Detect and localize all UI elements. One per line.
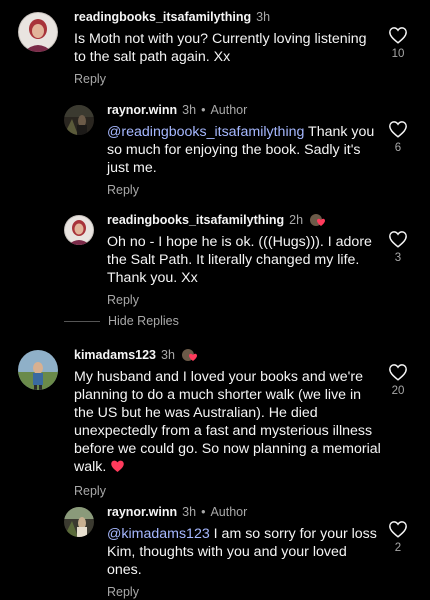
comment-text: @readingbooks_itsafamilything Thank you … — [107, 123, 377, 177]
username[interactable]: kimadams123 — [74, 347, 156, 363]
like-count: 2 — [394, 542, 402, 554]
avatar[interactable] — [18, 350, 58, 390]
username[interactable]: readingbooks_itsafamilything — [107, 212, 284, 228]
like-button[interactable]: 2 — [383, 520, 413, 554]
reply-button[interactable]: Reply — [74, 72, 106, 86]
heart-icon — [389, 521, 407, 538]
reply-button[interactable]: Reply — [74, 484, 106, 498]
reply-button[interactable]: Reply — [107, 183, 139, 197]
separator-dot: • — [201, 505, 206, 519]
timestamp: 3h — [256, 10, 271, 24]
like-count: 10 — [391, 48, 405, 60]
timestamp: 3h — [182, 103, 197, 117]
comment-text: Oh no - I hope he is ok. (((Hugs))). I a… — [107, 234, 372, 286]
avatar[interactable] — [18, 12, 58, 52]
heart-icon — [389, 231, 407, 248]
red-heart-emoji — [110, 459, 125, 478]
mention-link[interactable]: @readingbooks_itsafamilything — [107, 124, 304, 140]
mention-link[interactable]: @kimadams123 — [107, 526, 210, 542]
comment-text: @kimadams123 I am so sorry for your loss… — [107, 525, 377, 579]
author-badge: Author — [210, 103, 248, 117]
separator-dot: • — [201, 103, 206, 117]
like-count: 6 — [394, 142, 402, 154]
like-button[interactable]: 3 — [383, 230, 413, 264]
avatar[interactable] — [64, 507, 94, 537]
like-count: 20 — [391, 385, 405, 397]
comment-text: My husband and I loved your books and we… — [74, 368, 382, 478]
heart-icon — [389, 121, 407, 138]
avatar[interactable] — [64, 105, 94, 135]
timestamp: 3h — [182, 505, 197, 519]
reply-button[interactable]: Reply — [107, 585, 139, 599]
like-button[interactable]: 10 — [383, 26, 413, 60]
heart-icon — [389, 27, 407, 44]
divider — [64, 320, 100, 322]
like-button[interactable]: 20 — [383, 363, 413, 397]
liked-by-author-icon — [309, 212, 327, 228]
liked-by-author-icon — [181, 347, 199, 363]
avatar[interactable] — [64, 215, 94, 245]
timestamp: 2h — [289, 213, 304, 227]
username[interactable]: readingbooks_itsafamilything — [74, 9, 251, 25]
hide-replies-button[interactable]: Hide Replies — [64, 314, 179, 328]
username[interactable]: raynor.winn — [107, 504, 177, 520]
comment-text: Is Moth not with you? Currently loving l… — [74, 31, 367, 65]
username[interactable]: raynor.winn — [107, 102, 177, 118]
reply-button[interactable]: Reply — [107, 293, 139, 307]
timestamp: 3h — [161, 348, 175, 362]
like-button[interactable]: 6 — [383, 120, 413, 154]
hide-replies-label: Hide Replies — [108, 314, 179, 328]
like-count: 3 — [394, 252, 402, 264]
heart-icon — [389, 364, 407, 381]
author-badge: Author — [210, 505, 248, 519]
